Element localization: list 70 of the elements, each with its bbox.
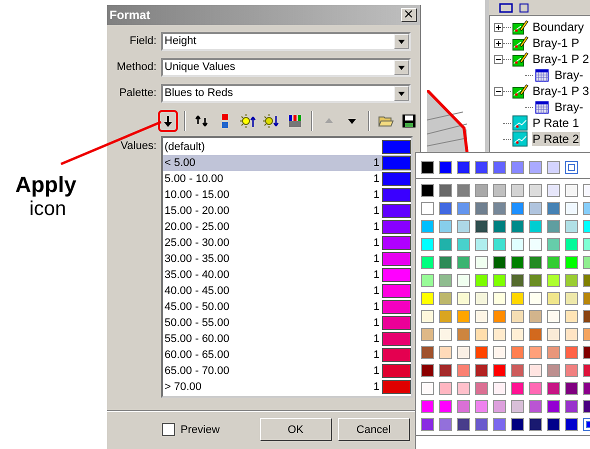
value-label: 40.00 - 45.00 (164, 285, 230, 297)
value-label: < 5.00 (164, 157, 196, 169)
checkbox-label: Preview (180, 424, 220, 436)
value-count: 1 (373, 269, 381, 281)
callout-title: Apply (15, 172, 76, 198)
dropdown-field[interactable]: Height (160, 32, 411, 50)
value-row[interactable]: 55.00 - 60.00 1 (162, 331, 411, 347)
value-row[interactable]: 60.00 - 65.00 1 (162, 347, 411, 363)
value-label: 45.00 - 50.00 (164, 301, 230, 313)
dropdown-field[interactable]: Blues to Reds (160, 84, 411, 102)
value-count: 1 (373, 365, 381, 377)
value-label: (default) (164, 141, 206, 153)
value-label: 65.00 - 70.00 (164, 365, 230, 377)
value-row[interactable]: 45.00 - 50.00 1 (162, 299, 411, 315)
value-row[interactable]: 15.00 - 20.00 1 (162, 203, 411, 219)
layer-name[interactable]: Bray-1 P 2 (532, 52, 590, 66)
value-count: 1 (373, 317, 381, 329)
value-row[interactable]: > 70.00 1 (162, 379, 411, 395)
layer-name[interactable]: Bray- (554, 68, 584, 82)
value-count: 1 (373, 285, 381, 297)
close-button[interactable]: × (400, 8, 417, 22)
value-count: 1 (373, 173, 381, 185)
value-count: 1 (373, 349, 381, 361)
value-label: 20.00 - 25.00 (164, 221, 230, 233)
value-row[interactable]: 5.00 - 10.00 1 (162, 171, 411, 187)
value-row[interactable]: (default) (162, 139, 411, 155)
value-row[interactable]: 40.00 - 45.00 1 (162, 283, 411, 299)
value-label: 15.00 - 20.00 (164, 205, 230, 217)
value-label: 50.00 - 55.00 (164, 317, 230, 329)
value-label: 25.00 - 30.00 (164, 237, 230, 249)
value-count: 1 (373, 205, 381, 217)
value-label: 10.00 - 15.00 (164, 189, 230, 201)
value-row[interactable]: 10.00 - 15.00 1 (162, 187, 411, 203)
value-count: 1 (373, 237, 381, 249)
layer-name[interactable]: Bray-1 P 3 (532, 84, 590, 98)
layer-name[interactable]: Boundary (532, 20, 585, 34)
layer-name[interactable]: Bray- (554, 100, 584, 114)
field-label: Method: (116, 61, 158, 73)
field-label: Field: (128, 35, 158, 47)
value-label: > 70.00 (164, 381, 203, 393)
value-count: 1 (373, 221, 381, 233)
layer-name[interactable]: Bray-1 P (532, 36, 580, 50)
value-count: 1 (373, 157, 381, 169)
layer-name[interactable]: P Rate 2 (532, 132, 580, 146)
value-row[interactable]: 35.00 - 40.00 1 (162, 267, 411, 283)
value-count: 1 (373, 301, 381, 313)
value-count: 1 (373, 253, 381, 265)
preview-checkbox[interactable]: Preview (162, 423, 254, 436)
field-label: Palette: (118, 87, 158, 99)
value-row[interactable]: 65.00 - 70.00 1 (162, 363, 411, 379)
dialog-button[interactable]: OK (260, 418, 332, 441)
value-label: 55.00 - 60.00 (164, 333, 230, 345)
value-count: 1 (373, 381, 381, 393)
window-title: Format (110, 8, 150, 22)
value-count: 1 (373, 333, 381, 345)
value-row[interactable]: 20.00 - 25.00 1 (162, 219, 411, 235)
values-label: Values: (120, 139, 158, 154)
dropdown-field[interactable]: Unique Values (160, 58, 411, 76)
value-row[interactable]: 50.00 - 55.00 1 (162, 315, 411, 331)
value-row[interactable]: 30.00 - 35.00 1 (162, 251, 411, 267)
value-row[interactable]: 25.00 - 30.00 1 (162, 235, 411, 251)
dialog-button[interactable]: Cancel (338, 418, 410, 441)
value-row[interactable]: < 5.00 1 (162, 155, 411, 171)
value-label: 5.00 - 10.00 (164, 173, 224, 185)
value-count: 1 (373, 189, 381, 201)
callout-subtitle: icon (29, 198, 66, 221)
value-label: 60.00 - 65.00 (164, 349, 230, 361)
value-label: 30.00 - 35.00 (164, 253, 230, 265)
layer-name[interactable]: P Rate 1 (532, 116, 580, 130)
value-label: 35.00 - 40.00 (164, 269, 230, 281)
